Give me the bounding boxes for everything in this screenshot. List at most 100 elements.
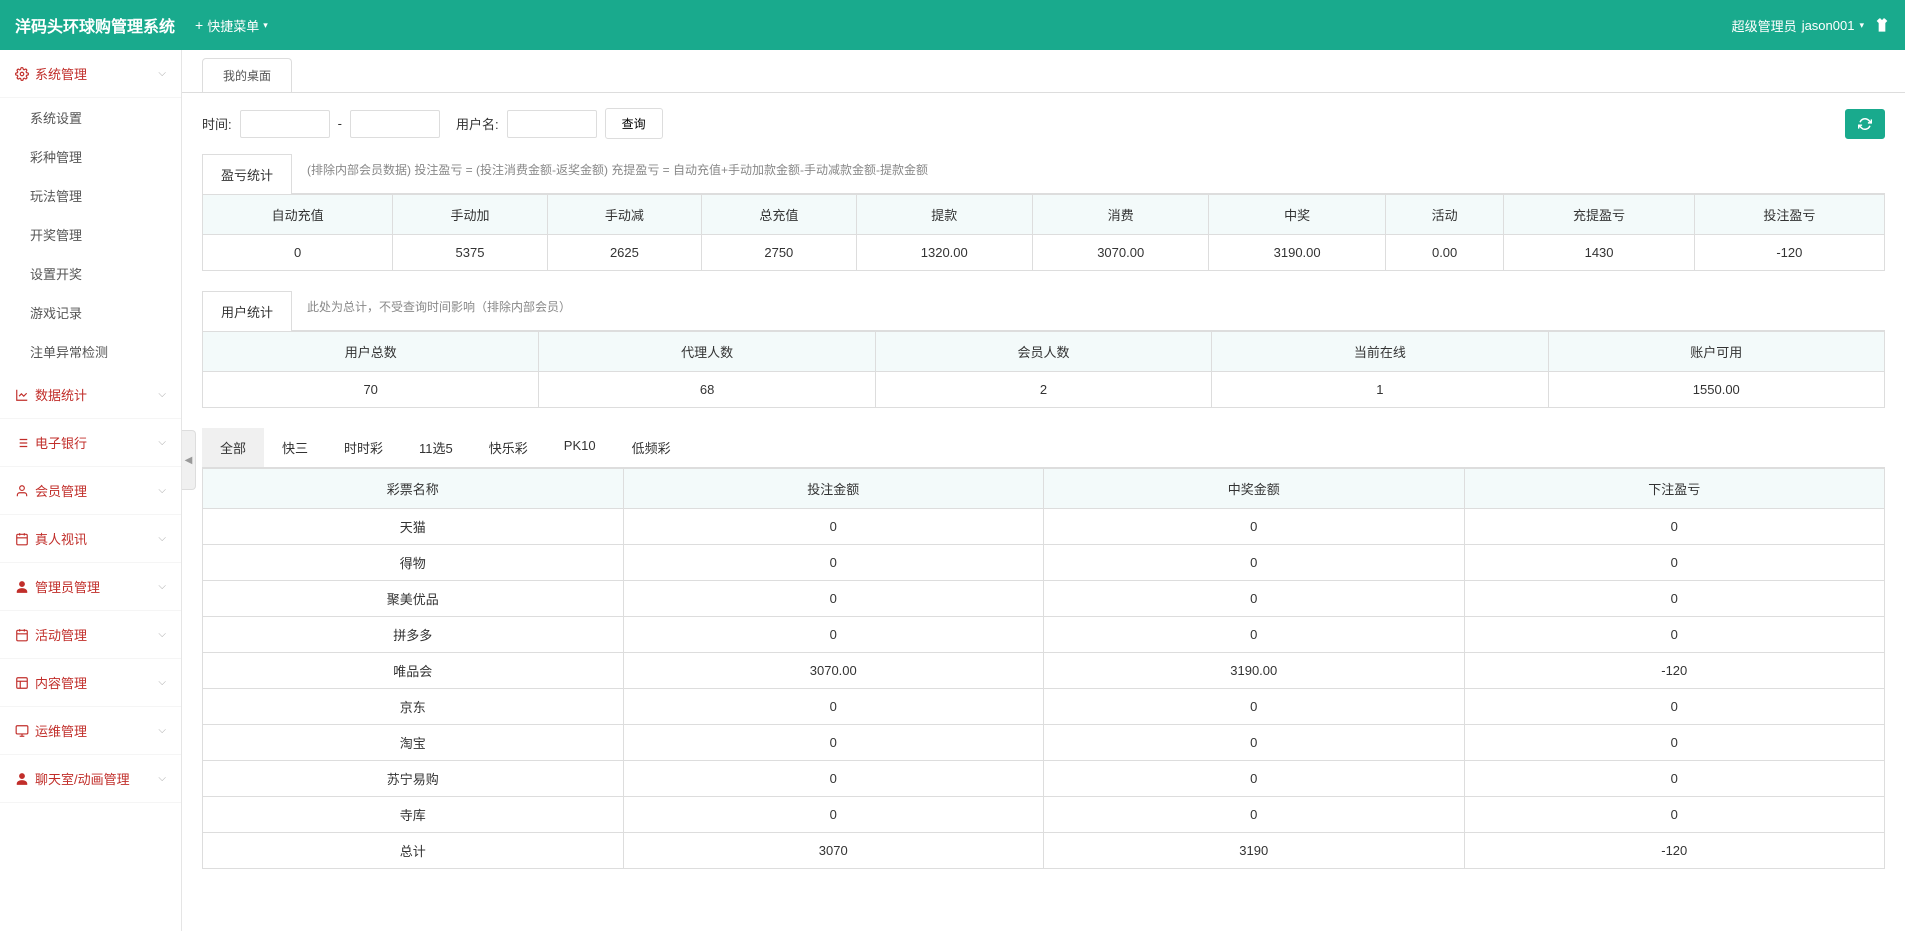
table-cell: -120	[1694, 235, 1884, 271]
table-row: 淘宝000	[203, 725, 1885, 761]
nav-subitem[interactable]: 开奖管理	[0, 215, 181, 254]
table-cell: 0	[1464, 581, 1885, 617]
table-cell: 0	[1044, 545, 1465, 581]
table-header: 提款	[856, 195, 1032, 235]
lottery-tab-6[interactable]: 低频彩	[614, 428, 689, 467]
nav-label: 系统管理	[35, 64, 87, 83]
table-cell: 0	[1044, 509, 1465, 545]
table-cell: 京东	[203, 689, 624, 725]
nav-item-2[interactable]: 电子银行⌵	[0, 419, 181, 467]
header-right: 超级管理员 jason001 ▾	[1732, 16, 1890, 35]
table-header: 消费	[1032, 195, 1208, 235]
lottery-tab-1[interactable]: 快三	[264, 428, 326, 467]
chevron-down-icon: ⌵	[158, 581, 166, 592]
table-cell: 0.00	[1385, 235, 1504, 271]
refresh-button[interactable]	[1845, 109, 1885, 139]
table-cell: 总计	[203, 833, 624, 869]
chevron-down-icon: ⌵	[158, 773, 166, 784]
container: 系统管理 ⌵ 系统设置彩种管理玩法管理开奖管理设置开奖游戏记录注单异常检测数据统计⌵…	[0, 50, 1905, 931]
nav-subitem[interactable]: 系统设置	[0, 98, 181, 137]
page-tabs: 我的桌面	[182, 50, 1905, 93]
lottery-tab-3[interactable]: 11选5	[401, 428, 471, 467]
nav-item-4[interactable]: 真人视讯⌵	[0, 515, 181, 563]
filter-bar: 时间: - 用户名: 查询	[202, 108, 1885, 139]
nav-subitem[interactable]: 彩种管理	[0, 137, 181, 176]
lottery-tab-4[interactable]: 快乐彩	[471, 428, 546, 467]
table-cell: 0	[1044, 689, 1465, 725]
app-title: 洋码头环球购管理系统	[15, 13, 175, 37]
plus-icon: +	[195, 17, 203, 33]
quick-menu[interactable]: + 快捷菜单 ▾	[195, 16, 268, 35]
nav-subitem[interactable]: 设置开奖	[0, 254, 181, 293]
time-from-input[interactable]	[240, 110, 330, 138]
table-cell: 苏宁易购	[203, 761, 624, 797]
nav-subitem[interactable]: 注单异常检测	[0, 332, 181, 371]
table-cell: 2	[875, 372, 1211, 408]
table-header: 中奖金额	[1044, 469, 1465, 509]
table-cell: 1430	[1504, 235, 1694, 271]
chevron-down-icon: ⌵	[158, 68, 166, 79]
table-cell: 0	[203, 235, 393, 271]
nav-item-9[interactable]: 聊天室/动画管理 ⌵	[0, 755, 181, 803]
tab-my-desktop[interactable]: 我的桌面	[202, 58, 292, 92]
user-label: 用户名:	[456, 114, 499, 133]
table-header: 中奖	[1209, 195, 1385, 235]
profit-stats-note: (排除内部会员数据) 投注盈亏 = (投注消费金额-返奖金额) 充提盈亏 = 自…	[307, 161, 928, 186]
username-input[interactable]	[507, 110, 597, 138]
user-stats-note: 此处为总计，不受查询时间影响（排除内部会员）	[307, 298, 571, 323]
dash: -	[338, 116, 342, 131]
table-cell: 3190.00	[1209, 235, 1385, 271]
table-header: 手动减	[547, 195, 701, 235]
table-cell: 3070	[623, 833, 1044, 869]
nav-label: 运维管理	[35, 721, 87, 740]
table-row: 拼多多000	[203, 617, 1885, 653]
nav-item-6[interactable]: 活动管理⌵	[0, 611, 181, 659]
table-row: 苏宁易购000	[203, 761, 1885, 797]
nav-item-1[interactable]: 数据统计⌵	[0, 371, 181, 419]
nav-item-8[interactable]: 运维管理⌵	[0, 707, 181, 755]
user-menu[interactable]: 超级管理员 jason001 ▾	[1732, 16, 1864, 35]
time-label: 时间:	[202, 114, 232, 133]
table-cell: 1550.00	[1548, 372, 1884, 408]
table-cell: 0	[623, 689, 1044, 725]
table-cell: 0	[623, 617, 1044, 653]
user-role: 超级管理员	[1732, 16, 1797, 35]
nav-icon	[15, 436, 29, 450]
table-header: 代理人数	[539, 332, 875, 372]
nav-item-3[interactable]: 会员管理⌵	[0, 467, 181, 515]
nav-item-5[interactable]: 管理员管理⌵	[0, 563, 181, 611]
nav-icon	[15, 67, 29, 81]
chevron-down-icon: ▾	[1859, 20, 1864, 31]
lottery-tab-5[interactable]: PK10	[546, 428, 614, 467]
table-cell: 拼多多	[203, 617, 624, 653]
table-header: 总充值	[702, 195, 856, 235]
profit-stats-table: 自动充值手动加手动减总充值提款消费中奖活动充提盈亏投注盈亏 0537526252…	[202, 194, 1885, 271]
chevron-down-icon: ⌵	[158, 437, 166, 448]
table-header: 充提盈亏	[1504, 195, 1694, 235]
shirt-icon[interactable]	[1874, 17, 1890, 33]
table-header: 账户可用	[1548, 332, 1884, 372]
table-header: 自动充值	[203, 195, 393, 235]
nav-icon	[15, 580, 29, 594]
lottery-tab-2[interactable]: 时时彩	[326, 428, 401, 467]
nav-subitem[interactable]: 游戏记录	[0, 293, 181, 332]
user-stats-table: 用户总数代理人数会员人数当前在线账户可用 7068211550.00	[202, 331, 1885, 408]
time-to-input[interactable]	[350, 110, 440, 138]
table-cell: 3070.00	[623, 653, 1044, 689]
sidebar-collapse-handle[interactable]: ◀	[182, 430, 196, 490]
table-cell: 3190.00	[1044, 653, 1465, 689]
table-cell: 得物	[203, 545, 624, 581]
nav-item-7[interactable]: 内容管理⌵	[0, 659, 181, 707]
sidebar: 系统管理 ⌵ 系统设置彩种管理玩法管理开奖管理设置开奖游戏记录注单异常检测数据统计⌵…	[0, 50, 182, 931]
search-button[interactable]: 查询	[605, 108, 663, 139]
nav-item-0[interactable]: 系统管理 ⌵	[0, 50, 181, 98]
table-cell: 0	[623, 545, 1044, 581]
nav-label: 真人视讯	[35, 529, 87, 548]
table-cell: 0	[1464, 797, 1885, 833]
table-cell: 寺库	[203, 797, 624, 833]
lottery-tab-0[interactable]: 全部	[202, 428, 264, 467]
nav-label: 聊天室/动画管理	[35, 769, 130, 788]
table-row: 得物000	[203, 545, 1885, 581]
nav-subitem[interactable]: 玩法管理	[0, 176, 181, 215]
table-row: 京东000	[203, 689, 1885, 725]
